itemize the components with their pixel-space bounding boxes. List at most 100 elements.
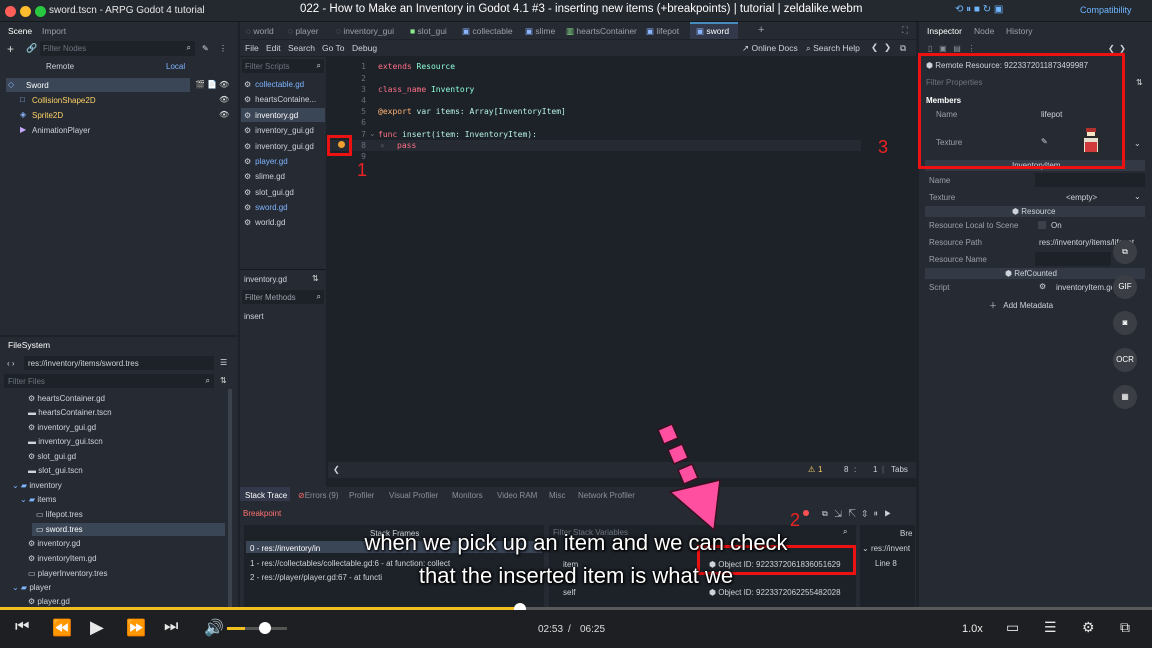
next-script-icon[interactable]: ❯: [884, 42, 891, 53]
script-item-inventory[interactable]: ⚙ inventory.gd: [244, 111, 298, 120]
script-item-collectable[interactable]: ⚙ collectable.gd: [244, 80, 304, 89]
online-docs-button[interactable]: ↗ Online Docs: [742, 43, 798, 54]
tab-heartscontainer[interactable]: ▥ heartsContainer: [566, 26, 637, 37]
script-item-inventory-gui-2[interactable]: ⚙ inventory_gui.gd: [244, 142, 314, 151]
file-player-gd[interactable]: ⚙ player.gd: [28, 597, 70, 606]
script-item-sword[interactable]: ⚙ sword.gd: [244, 203, 288, 212]
tab-errors[interactable]: ⊘Errors (9): [298, 491, 338, 500]
tab-scene[interactable]: Scene: [8, 26, 32, 36]
tab-sword[interactable]: ▣ sword: [696, 26, 729, 37]
fast-forward-icon[interactable]: ⏩: [126, 618, 146, 638]
tab-video-ram[interactable]: Video RAM: [497, 491, 537, 500]
tab-stack-trace[interactable]: Stack Trace: [245, 491, 287, 500]
link-icon[interactable]: 🔗: [26, 43, 37, 54]
fold-arrow-icon[interactable]: ⌄: [369, 129, 376, 138]
folder-items[interactable]: ⌄ ▰ items: [20, 495, 56, 504]
script-item-inventory-gui[interactable]: ⚙ inventory_gui.gd: [244, 126, 314, 135]
pip-icon[interactable]: ⧉: [1120, 619, 1130, 636]
script-item-heartscontainer[interactable]: ⚙ heartsContaine...: [244, 95, 316, 104]
indent-indicator[interactable]: Tabs: [891, 465, 908, 474]
code-editor[interactable]: [328, 57, 916, 462]
gif-button[interactable]: GIF: [1113, 275, 1137, 299]
distraction-free-icon[interactable]: ⛶: [902, 25, 908, 36]
menu-debug[interactable]: Debug: [352, 43, 377, 53]
search-help-button[interactable]: ⌕ Search Help: [806, 43, 860, 54]
tab-misc[interactable]: Misc: [549, 491, 565, 500]
debugger-toolbar-icons[interactable]: ⧉ ⇲ ⇱ ⇳ ⏸ ▶: [822, 509, 891, 519]
tab-inventory-gui[interactable]: ◌ inventory_gui: [336, 26, 394, 36]
remote-button[interactable]: Remote: [46, 62, 74, 71]
filter-scripts-input[interactable]: Filter Scripts ⌕: [242, 59, 324, 73]
add-tab-icon[interactable]: +: [758, 24, 764, 36]
sort-icon[interactable]: ⇅: [220, 376, 227, 385]
file-lifepot-tres[interactable]: ▭ lifepot.tres: [36, 510, 83, 519]
camera-icon[interactable]: ◙: [1113, 311, 1137, 335]
layout-icon[interactable]: ▦: [1113, 385, 1137, 409]
menu-goto[interactable]: Go To: [322, 43, 345, 53]
volume-icon[interactable]: 🔊: [204, 618, 224, 638]
play-icon[interactable]: ▶: [90, 617, 104, 638]
add-metadata-button[interactable]: ＋ Add Metadata: [989, 300, 1053, 311]
resource-name-field[interactable]: [1035, 252, 1111, 266]
script-item-world[interactable]: ⚙ world.gd: [244, 218, 285, 227]
path-field[interactable]: res://inventory/items/sword.tres: [24, 356, 214, 370]
local-to-scene-checkbox[interactable]: [1038, 221, 1046, 229]
add-node-icon[interactable]: +: [7, 42, 14, 56]
tab-node[interactable]: Node: [974, 26, 994, 36]
scene-node-collision[interactable]: CollisionShape2D: [32, 96, 96, 105]
tab-lifepot[interactable]: ▣ lifepot: [646, 26, 679, 37]
sort-icon[interactable]: ⇅: [1136, 78, 1143, 87]
airplay-icon[interactable]: ▭: [1006, 619, 1019, 636]
tab-world[interactable]: ◌ world: [246, 26, 274, 36]
renderer-selector[interactable]: Compatibility: [1080, 5, 1132, 15]
menu-edit[interactable]: Edit: [266, 43, 281, 53]
minimize-window-button[interactable]: [20, 6, 31, 17]
menu-file[interactable]: File: [245, 43, 259, 53]
tab-monitors[interactable]: Monitors: [452, 491, 483, 500]
toggle-scripts-icon[interactable]: ❮: [333, 465, 340, 474]
tab-history[interactable]: History: [1006, 26, 1032, 36]
movie-icon[interactable]: 🎬 📄: [195, 80, 217, 89]
maximize-window-button[interactable]: [35, 6, 46, 17]
layout-toggle-icon[interactable]: ☰: [220, 358, 227, 367]
filter-files-input[interactable]: Filter Files ⌕: [4, 374, 214, 388]
tab-slime[interactable]: ▣ slime: [525, 26, 555, 37]
visibility-icon[interactable]: 👁: [219, 80, 229, 89]
filter-methods-input[interactable]: Filter Methods ⌕: [242, 290, 324, 304]
method-insert[interactable]: insert: [244, 312, 264, 321]
var-value-self[interactable]: ⬢ Object ID: 9223372062255482028: [709, 588, 841, 597]
scene-node-sword[interactable]: Sword: [26, 81, 49, 90]
menu-search[interactable]: Search: [288, 43, 315, 53]
sort-methods-icon[interactable]: ⇅: [312, 274, 319, 283]
chevron-down-icon[interactable]: ⌄: [1134, 192, 1141, 201]
close-window-button[interactable]: [5, 6, 16, 17]
local-button[interactable]: Local: [166, 62, 185, 71]
filter-nodes-input[interactable]: Filter Nodes ⌕: [40, 41, 195, 56]
texture-value[interactable]: <empty>: [1066, 193, 1097, 202]
file-slot-gui-gd[interactable]: ⚙ slot_gui.gd: [28, 452, 76, 461]
folder-inventory[interactable]: ⌄ ▰ inventory: [12, 481, 62, 490]
warning-icon[interactable]: ⚠: [808, 465, 815, 474]
script-item-slime[interactable]: ⚙ slime.gd: [244, 172, 285, 181]
script-item-player[interactable]: ⚙ player.gd: [244, 157, 288, 166]
tab-visual-profiler[interactable]: Visual Profiler: [389, 491, 438, 500]
skip-start-icon[interactable]: ⏮: [15, 618, 29, 636]
rewind-icon[interactable]: ⏪: [52, 618, 72, 638]
float-icon[interactable]: ⧉: [900, 43, 906, 54]
screenshot-icon[interactable]: ⧉: [1113, 240, 1137, 264]
nav-arrows-icon[interactable]: ‹ ›: [7, 359, 15, 368]
inspector-toolbar-icons[interactable]: ▯ ▣ ▤ ⋮: [928, 44, 976, 53]
warning-count[interactable]: 1: [818, 465, 822, 474]
file-inventory-gui-tscn[interactable]: ▬ inventory_gui.tscn: [28, 437, 103, 446]
settings-icon[interactable]: ⚙: [1082, 619, 1095, 636]
debug-controls-icon[interactable]: ⟲ ⏸ ■ ↻ ▣: [955, 4, 1003, 15]
skip-end-icon[interactable]: ⏭: [164, 618, 178, 636]
file-heartscontainer-gd[interactable]: ⚙ heartsContainer.gd: [28, 394, 105, 403]
scene-node-animation[interactable]: AnimationPlayer: [32, 126, 90, 135]
script-icon[interactable]: ✎: [202, 44, 209, 53]
file-slot-gui-tscn[interactable]: ▬ slot_gui.tscn: [28, 466, 83, 475]
script-item-slot-gui[interactable]: ⚙ slot_gui.gd: [244, 188, 294, 197]
tab-profiler[interactable]: Profiler: [349, 491, 374, 500]
scene-node-sprite[interactable]: Sprite2D: [32, 111, 63, 120]
more-icon[interactable]: ⋮: [219, 44, 227, 53]
